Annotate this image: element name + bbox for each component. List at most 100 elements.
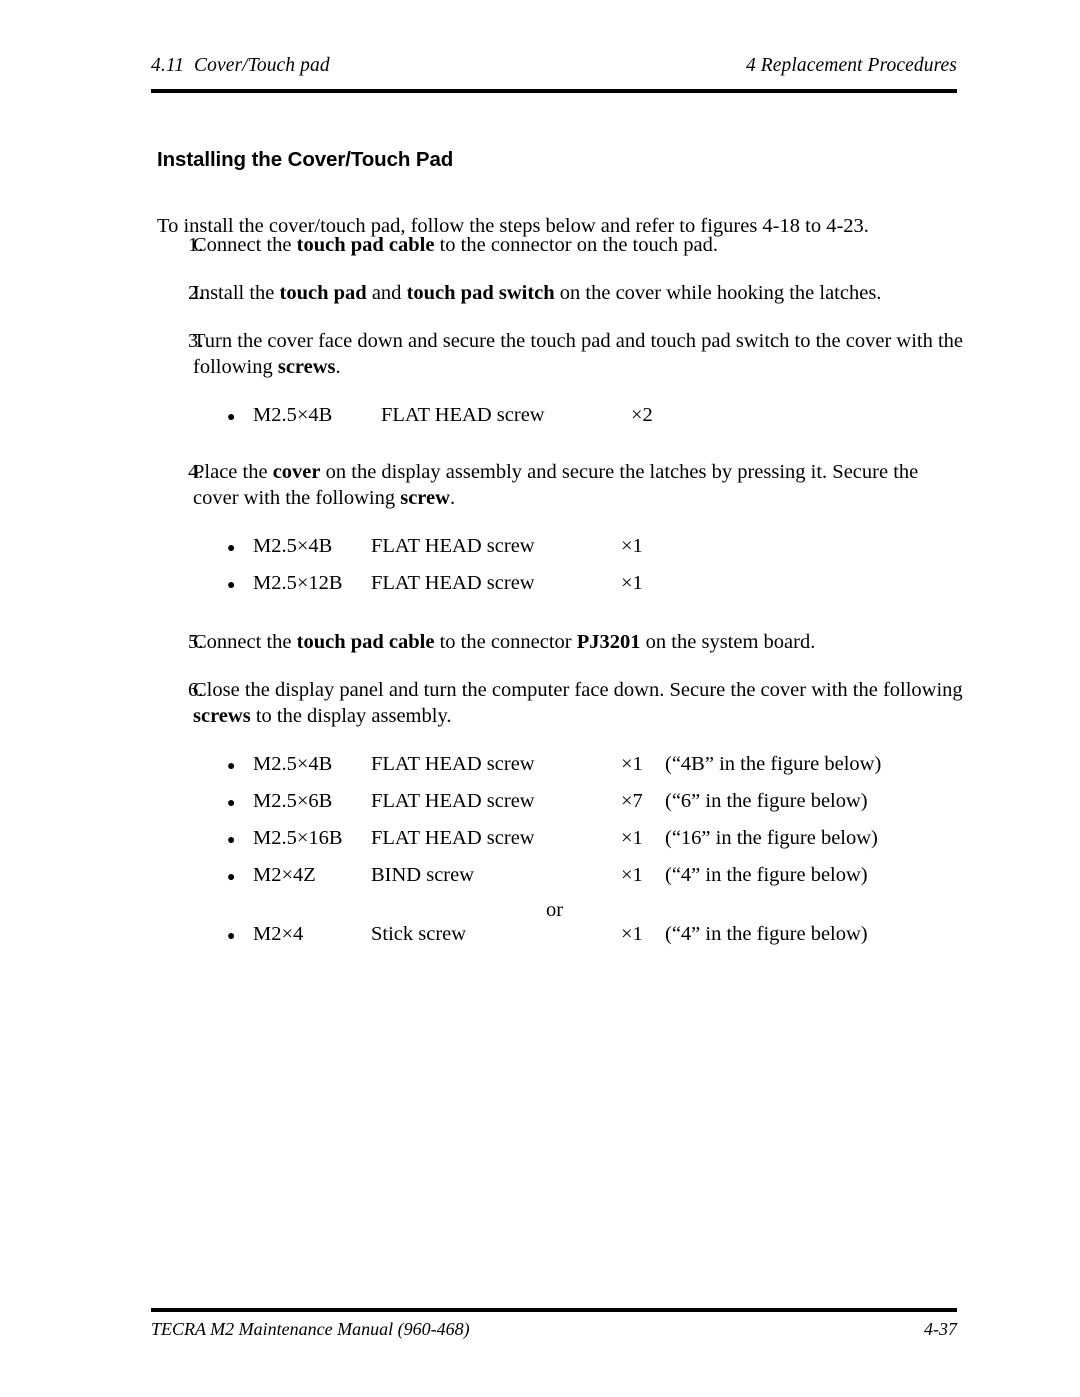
screw-size: M2.5×12B [253,572,343,594]
step-item: 2. Install the touch pad and touch pad s… [157,280,969,306]
screw-figure-note: (“6” in the figure below) [665,790,868,812]
screw-type: FLAT HEAD screw [371,753,535,775]
screw-quantity: ×1 [621,535,643,557]
step-number: 4. [188,461,204,483]
step-text: Connect the touch pad cable to the conne… [193,629,969,655]
step-number: 1. [188,234,204,256]
plain-text: . [335,356,341,378]
emphasis-text: screw [400,487,450,509]
screw-spec-row: ● M2.5×4B FLAT HEAD screw ×1 (“4B” in the fi… [157,751,969,788]
screw-size: M2×4 [253,923,304,945]
bullet-icon: ● [227,833,236,848]
screw-type: FLAT HEAD screw [371,572,535,594]
document-page: 4.11 Cover/Touch pad 4 Replacement Proce… [0,0,1080,1397]
bullet-icon: ● [227,870,236,885]
emphasis-text: touch pad switch [406,282,555,304]
bullet-icon: ● [227,410,236,425]
step-text: Turn the cover face down and secure the … [193,328,969,380]
plain-text: Place the [193,461,273,483]
header-chapter-label: 4 Replacement Procedures [745,55,957,76]
emphasis-text: touch pad [279,282,367,304]
screw-quantity: ×1 [621,827,643,849]
screw-size: M2×4Z [253,864,316,886]
plain-text: to the connector on the touch pad. [434,234,718,256]
screw-spec-row: ● M2×4Z BIND screw ×1 (“4” in the figure bel… [157,862,969,899]
plain-text: on the system board. [640,631,816,653]
running-footer: TECRA M2 Maintenance Manual (960-468) 4-… [151,1318,957,1340]
screw-figure-note: (“4” in the figure below) [665,923,868,945]
screw-size: M2.5×4B [253,404,333,426]
step-item: 4. Place the cover on the display assemb… [157,459,969,511]
step-item: 1. Connect the touch pad cable to the co… [157,232,969,258]
screw-list-step-6-primary: ● M2.5×4B FLAT HEAD screw ×1 (“4B” in the fi… [157,751,969,899]
screw-type: FLAT HEAD screw [371,535,535,557]
step-number: 2. [188,282,204,304]
footer-manual-title: TECRA M2 Maintenance Manual (960-468) [151,1319,470,1339]
emphasis-text: touch pad cable [296,631,435,653]
procedure-steps: 1. Connect the touch pad cable to the co… [157,232,969,958]
plain-text: to the display assembly. [250,705,452,727]
screw-size: M2.5×4B [253,753,333,775]
screw-type: FLAT HEAD screw [371,827,535,849]
plain-text: on the cover while hooking the latches. [554,282,882,304]
screw-figure-note: (“16” in the figure below) [665,827,878,849]
screw-quantity: ×1 [621,572,643,594]
screw-spec-row: ● M2.5×16B FLAT HEAD screw ×1 (“16” in the f… [157,825,969,862]
page-title: Installing the Cover/Touch Pad [157,147,454,171]
step-text: Place the cover on the display assembly … [193,459,969,511]
screw-spec-row: ● M2×4 Stick screw ×1 (“4” in the figure bel… [157,921,969,958]
screw-spec-row: ● M2.5×4B FLAT HEAD screw ×1 [157,533,969,570]
screw-type: FLAT HEAD screw [381,404,545,426]
plain-text: Connect the [193,234,297,256]
screw-size: M2.5×6B [253,790,333,812]
emphasis-text: screws [277,356,336,378]
step-text: Install the touch pad and touch pad swit… [193,280,969,306]
screw-figure-note: (“4” in the figure below) [665,864,868,886]
or-separator: or [546,899,564,921]
screw-spec-row: ● M2.5×4B FLAT HEAD screw ×2 [157,402,969,439]
screw-quantity: ×1 [621,864,643,886]
screw-quantity: ×1 [621,753,643,775]
emphasis-text: touch pad cable [296,234,435,256]
screw-list-step-6-alternate: ● M2×4 Stick screw ×1 (“4” in the figure bel… [157,921,969,958]
bullet-icon: ● [227,796,236,811]
screw-quantity: ×2 [631,404,653,426]
screw-size: M2.5×4B [253,535,333,557]
step-text: Connect the touch pad cable to the conne… [193,232,969,258]
emphasis-text: cover [272,461,321,483]
running-header: 4.11 Cover/Touch pad 4 Replacement Proce… [151,56,957,76]
header-rule [151,88,957,93]
plain-text: to the connector [434,631,577,653]
bullet-icon: ● [227,759,236,774]
step-item: 3. Turn the cover face down and secure t… [157,328,969,380]
step-text: Close the display panel and turn the com… [193,677,969,729]
plain-text: and [366,282,407,304]
screw-type: BIND screw [371,864,475,886]
step-number: 6. [188,679,204,701]
screw-figure-note: (“4B” in the figure below) [665,753,882,775]
screw-spec-row: ● M2.5×12B FLAT HEAD screw ×1 [157,570,969,607]
screw-size: M2.5×16B [253,827,343,849]
footer-rule [151,1307,957,1312]
screw-spec-row: ● M2.5×6B FLAT HEAD screw ×7 (“6” in the fig… [157,788,969,825]
plain-text: Close the display panel and turn the com… [193,679,963,701]
step-item: 5. Connect the touch pad cable to the co… [157,629,969,655]
screw-quantity: ×7 [621,790,643,812]
step-item: 6. Close the display panel and turn the … [157,677,969,729]
plain-text: . [449,487,456,509]
footer-page-number: 4-37 [924,1319,957,1339]
screw-list-step-4: ● M2.5×4B FLAT HEAD screw ×1 ● M2.5×12B FLAT H… [157,533,969,607]
screw-list-step-3: ● M2.5×4B FLAT HEAD screw ×2 [157,402,969,439]
emphasis-text: PJ3201 [576,631,641,653]
step-number: 5. [188,631,204,653]
screw-quantity: ×1 [621,923,643,945]
plain-text: Connect the [193,631,297,653]
bullet-icon: ● [227,541,236,556]
bullet-icon: ● [227,929,236,944]
header-section-label: 4.11 Cover/Touch pad [151,55,330,76]
emphasis-text: screws [193,705,251,727]
screw-type: FLAT HEAD screw [371,790,535,812]
plain-text: Install the [193,282,280,304]
bullet-icon: ● [227,578,236,593]
step-number: 3. [188,330,204,352]
